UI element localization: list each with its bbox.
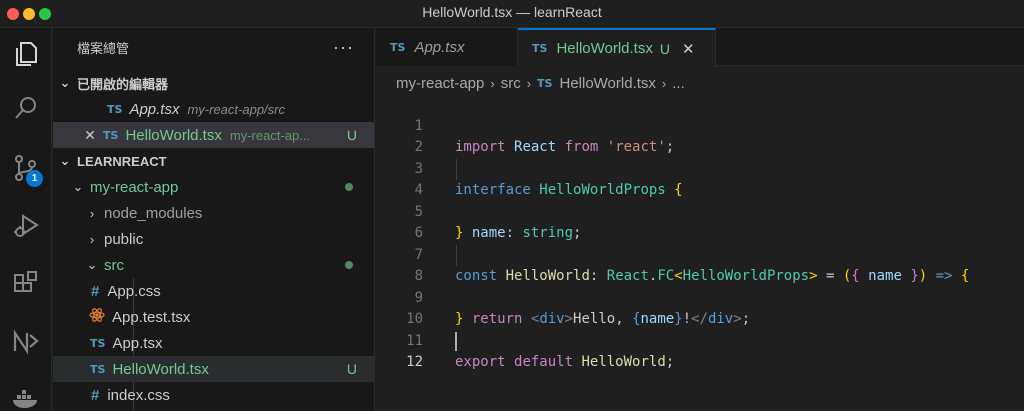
code-line-current: 12 [376,331,1024,370]
tree-folder-label: src [104,256,124,274]
untracked-badge: U [346,127,357,143]
code-line: 5 } [376,180,1024,242]
open-editor-path: my-react-ap... [229,127,311,143]
tree-folder-label: my-react-app [90,178,179,196]
breadcrumb-item[interactable]: src [501,75,521,92]
open-editor-path: my-react-app/src [187,101,285,117]
typescript-file-icon: TS [90,336,106,350]
docker-icon[interactable] [8,378,44,411]
chevron-down-icon: ⌄ [59,153,71,168]
line-number: 12 [406,354,423,370]
tree-folder-label: public [104,230,144,248]
open-editors-label: 已開啟的編輯器 [77,76,169,92]
explorer-icon[interactable] [8,36,44,72]
open-editor-item[interactable]: TS App.tsx my-react-app/src [53,96,374,122]
tree-file-label: HelloWorld.tsx [112,360,209,378]
typescript-file-icon: TS [532,42,548,55]
code-line: 8 return <div>Hello, {name}!</div>; [376,244,1024,327]
tree-file[interactable]: TS App.tsx [53,330,374,356]
typescript-file-icon: TS [103,128,119,142]
chevron-right-icon: › [89,205,95,221]
tree-folder[interactable]: › public [53,226,374,252]
modified-dot [345,261,353,269]
code-line: 10 [376,288,1024,327]
react-test-icon [89,307,105,327]
tab-app-tsx[interactable]: TS App.tsx [376,28,518,66]
run-debug-icon[interactable] [8,208,44,244]
tab-label: App.tsx [414,38,465,56]
more-actions-icon[interactable]: ··· [333,37,354,58]
title-bar: HelloWorld.tsx — learnReact [0,0,1024,28]
explorer-title: 檔案總管 [77,40,130,56]
text-cursor [455,331,457,351]
open-editor-name: App.tsx [129,100,180,118]
editor-tabs: TS App.tsx TS HelloWorld.tsx U ✕ [376,28,1024,67]
code-line: 4 name: string; [376,158,1024,241]
chevron-right-icon: › [490,75,495,91]
chevron-right-icon: › [526,75,532,91]
breadcrumb-item[interactable]: HelloWorld.tsx [559,75,655,92]
tree-folder-label: node_modules [104,204,203,222]
tree-file-label: index.css [107,386,170,404]
activity-bar: 1 [0,28,52,411]
code-line: 11 export default HelloWorld; [376,309,1024,371]
typescript-file-icon: TS [390,40,406,54]
tab-label: HelloWorld.tsx [556,40,653,57]
untracked-badge: U [659,40,670,57]
code-line: 9 } [376,266,1024,328]
tree-folder[interactable]: › node_modules [53,200,374,226]
workspace-label: LEARNREACT [77,153,167,169]
source-control-badge: 1 [26,170,43,187]
breadcrumb-item[interactable]: ... [672,75,685,92]
chevron-right-icon: › [89,231,95,247]
tree-file[interactable]: # App.css [53,278,374,304]
nx-console-icon[interactable] [8,324,44,360]
editor-area: TS App.tsx TS HelloWorld.tsx U ✕ my-reac… [376,28,1024,411]
typescript-file-icon: TS [90,362,106,376]
close-icon[interactable]: ✕ [82,127,98,144]
untracked-badge: U [346,361,357,377]
workspace-section[interactable]: ⌄ LEARNREACT [53,148,374,174]
tree-file-label: App.test.tsx [112,308,191,326]
explorer-header: 檔案總管 ··· [53,28,374,66]
css-file-icon: # [91,386,100,404]
window-title: HelloWorld.tsx — learnReact [422,4,602,20]
tree-file-active[interactable]: TS HelloWorld.tsx U [53,356,374,382]
code-line: 1 import React from 'react'; [376,94,1024,156]
chevron-right-icon: › [661,75,667,91]
typescript-file-icon: TS [537,76,553,90]
open-editor-name: HelloWorld.tsx [125,126,222,144]
code-line: 7 const HelloWorld: React.FC<HelloWorldP… [376,223,1024,285]
search-icon[interactable] [8,90,44,126]
extensions-icon[interactable] [8,266,44,302]
chevron-down-icon: ⌄ [59,75,71,90]
tree-file[interactable]: # index.css [53,382,374,408]
modified-dot [345,183,353,191]
chevron-down-icon: ⌄ [86,257,98,272]
breadcrumb: my-react-app › src › TS HelloWorld.tsx ›… [396,72,685,94]
tab-helloworld-tsx[interactable]: TS HelloWorld.tsx U ✕ [518,28,716,67]
tree-file-label: App.tsx [112,334,163,352]
code-line: 6 [376,202,1024,241]
tree-file[interactable]: App.test.tsx [53,304,374,330]
open-editor-item-active[interactable]: ✕ TS HelloWorld.tsx my-react-ap... U [53,122,374,148]
tree-folder[interactable]: ⌄ my-react-app [53,174,374,200]
code-line: 2 [376,116,1024,155]
tree-file-label: App.css [107,282,161,300]
code-editor[interactable]: 1 import React from 'react'; 2 3 interfa… [376,94,1024,371]
open-editors-section[interactable]: ⌄ 已開啟的編輯器 [53,70,374,96]
breadcrumb-item[interactable]: my-react-app [396,75,484,92]
css-file-icon: # [91,282,100,300]
chevron-down-icon: ⌄ [72,179,84,194]
tree-folder[interactable]: ⌄ src [53,252,374,278]
code-line: 3 interface HelloWorldProps { [376,137,1024,199]
close-tab-icon[interactable]: ✕ [682,40,695,58]
typescript-file-icon: TS [107,102,123,116]
explorer-sidebar: 檔案總管 ··· ⌄ 已開啟的編輯器 TS App.tsx my-react-a… [53,28,375,411]
